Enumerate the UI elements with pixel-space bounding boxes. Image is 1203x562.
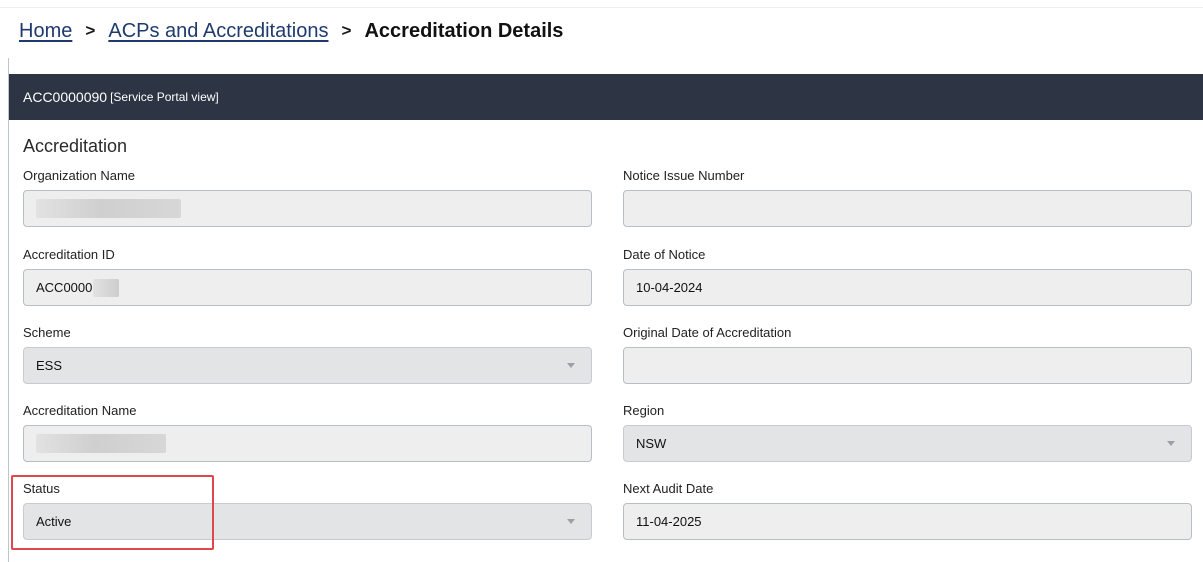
- original-date-label: Original Date of Accreditation: [623, 325, 792, 340]
- record-header: ACC0000090 [Service Portal view]: [9, 74, 1203, 120]
- accreditation-id-value: ACC0000: [36, 280, 93, 295]
- chevron-down-icon: [567, 518, 575, 524]
- chevron-right-icon: >: [341, 21, 352, 40]
- next-audit-date-label: Next Audit Date: [623, 481, 714, 496]
- date-of-notice-label: Date of Notice: [623, 247, 706, 262]
- section-title: Accreditation: [23, 136, 128, 156]
- status-label: Status: [23, 481, 60, 496]
- notice-issue-number-field[interactable]: [623, 190, 1192, 227]
- accreditation-id-field[interactable]: ACC0000: [23, 269, 592, 306]
- top-divider: [0, 7, 1203, 8]
- view-tag: [Service Portal view]: [110, 90, 219, 104]
- breadcrumb-current: Accreditation Details: [364, 19, 564, 42]
- redacted-value: [93, 278, 120, 297]
- chevron-down-icon: [1167, 440, 1175, 446]
- chevron-right-icon: >: [85, 21, 96, 40]
- organization-name-label: Organization Name: [23, 168, 135, 183]
- notice-issue-number-label: Notice Issue Number: [623, 168, 745, 183]
- region-value: NSW: [636, 436, 667, 451]
- record-id: ACC0000090: [23, 89, 108, 105]
- scheme-select[interactable]: ESS: [23, 347, 592, 384]
- scheme-value: ESS: [36, 358, 63, 373]
- redacted-value: [36, 434, 166, 453]
- accreditation-id-label: Accreditation ID: [23, 247, 115, 262]
- accreditation-name-label: Accreditation Name: [23, 403, 137, 418]
- panel-border: [8, 58, 9, 562]
- accreditation-name-field[interactable]: [23, 425, 592, 462]
- organization-name-field[interactable]: [23, 190, 592, 227]
- region-label: Region: [623, 403, 665, 418]
- chevron-down-icon: [567, 362, 575, 368]
- next-audit-date-field[interactable]: 11-04-2025: [623, 503, 1192, 540]
- redacted-value: [36, 199, 181, 218]
- breadcrumb-acps-link[interactable]: ACPs and Accreditations: [108, 20, 328, 43]
- region-select[interactable]: NSW: [623, 425, 1192, 462]
- status-select[interactable]: Active: [23, 503, 592, 540]
- breadcrumb-home-link[interactable]: Home: [19, 20, 72, 43]
- scheme-label: Scheme: [23, 325, 71, 340]
- status-value: Active: [36, 514, 72, 529]
- breadcrumb: Home > ACPs and Accreditations > Accredi…: [19, 15, 563, 47]
- date-of-notice-field[interactable]: 10-04-2024: [623, 269, 1192, 306]
- original-date-field[interactable]: [623, 347, 1192, 384]
